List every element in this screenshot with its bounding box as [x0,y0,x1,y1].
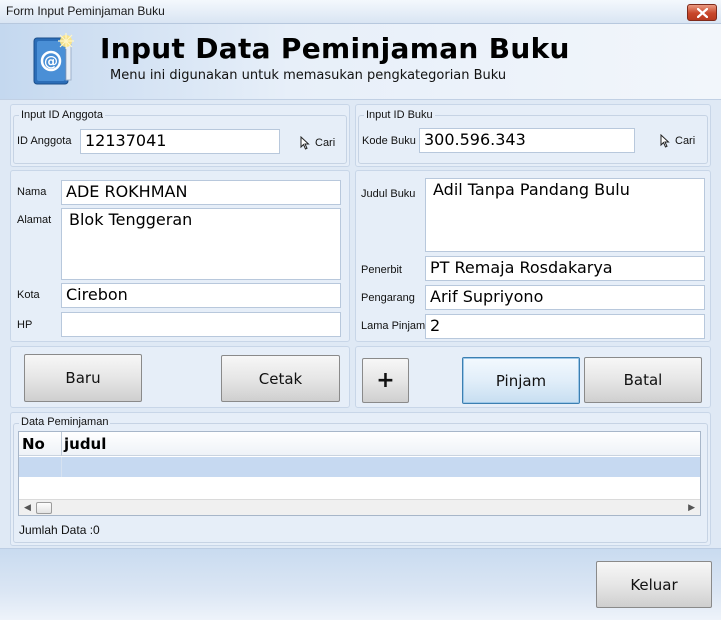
kode-buku-label: Kode Buku [362,135,416,147]
svg-text:@: @ [44,54,58,70]
add-button[interactable]: + [362,358,409,403]
pinjam-button[interactable]: Pinjam [462,357,580,404]
hp-input[interactable] [61,312,341,337]
scroll-left-icon[interactable]: ◀ [24,503,31,513]
hp-label: HP [17,319,33,331]
scrollbar-thumb[interactable] [36,502,52,514]
judul-buku-label: Judul Buku [361,188,416,200]
id-anggota-input[interactable]: 12137041 [80,129,280,154]
column-header-judul[interactable]: judul [64,435,106,453]
mouse-pointer-icon [300,136,310,150]
table-header: No judul [19,432,700,456]
cari-buku-label: Cari [675,135,696,147]
pengarang-input[interactable]: Arif Supriyono [425,285,705,310]
column-divider [61,457,62,477]
mouse-pointer-icon [660,134,670,148]
nama-label: Nama [17,186,47,198]
close-button[interactable] [687,4,717,21]
kota-input[interactable]: Cirebon [61,283,341,308]
alamat-input[interactable]: Blok Tenggeran [61,208,341,280]
cari-anggota-label: Cari [315,137,336,149]
keluar-button[interactable]: Keluar [596,561,712,608]
penerbit-label: Penerbit [361,264,402,276]
page-title: Input Data Peminjaman Buku [100,32,570,65]
buku-group-title: Input ID Buku [364,109,435,121]
id-anggota-label: ID Anggota [17,135,72,147]
alamat-label: Alamat [17,214,52,226]
close-icon [697,8,708,18]
column-header-no[interactable]: No [22,435,45,453]
penerbit-input[interactable]: PT Remaja Rosdakarya [425,256,705,281]
jumlah-data-text: Jumlah Data :0 [19,523,100,537]
nama-input[interactable]: ADE ROKHMAN [61,180,341,205]
judul-buku-input[interactable]: Adil Tanpa Pandang Bulu [425,178,705,252]
window-titlebar: Form Input Peminjaman Buku [0,0,721,24]
cetak-button[interactable]: Cetak [221,355,340,402]
baru-button[interactable]: Baru [24,354,142,402]
kode-buku-input[interactable]: 300.596.343 [419,128,635,153]
window-title: Form Input Peminjaman Buku [6,4,165,18]
table-row[interactable] [19,457,700,477]
column-divider [61,432,62,456]
anggota-group-title: Input ID Anggota [19,109,105,121]
data-peminjaman-title: Data Peminjaman [19,416,111,428]
address-book-icon: @ [33,33,74,85]
page-subtitle: Menu ini digunakan untuk memasukan pengk… [110,68,507,83]
cari-buku-button[interactable]: Cari [658,134,695,148]
kota-label: Kota [17,289,40,301]
pengarang-label: Pengarang [361,292,415,304]
lama-pinjam-label: Lama Pinjam [361,320,426,332]
cari-anggota-button[interactable]: Cari [298,136,335,150]
peminjaman-table[interactable]: No judul ◀ ▶ [18,431,701,516]
lama-pinjam-input[interactable]: 2 [425,314,705,339]
header-banner: @ Input Data Peminjaman Buku Menu ini di… [0,24,721,100]
scroll-right-icon[interactable]: ▶ [688,503,695,513]
horizontal-scrollbar[interactable]: ◀ ▶ [19,499,700,515]
batal-button[interactable]: Batal [584,357,702,403]
